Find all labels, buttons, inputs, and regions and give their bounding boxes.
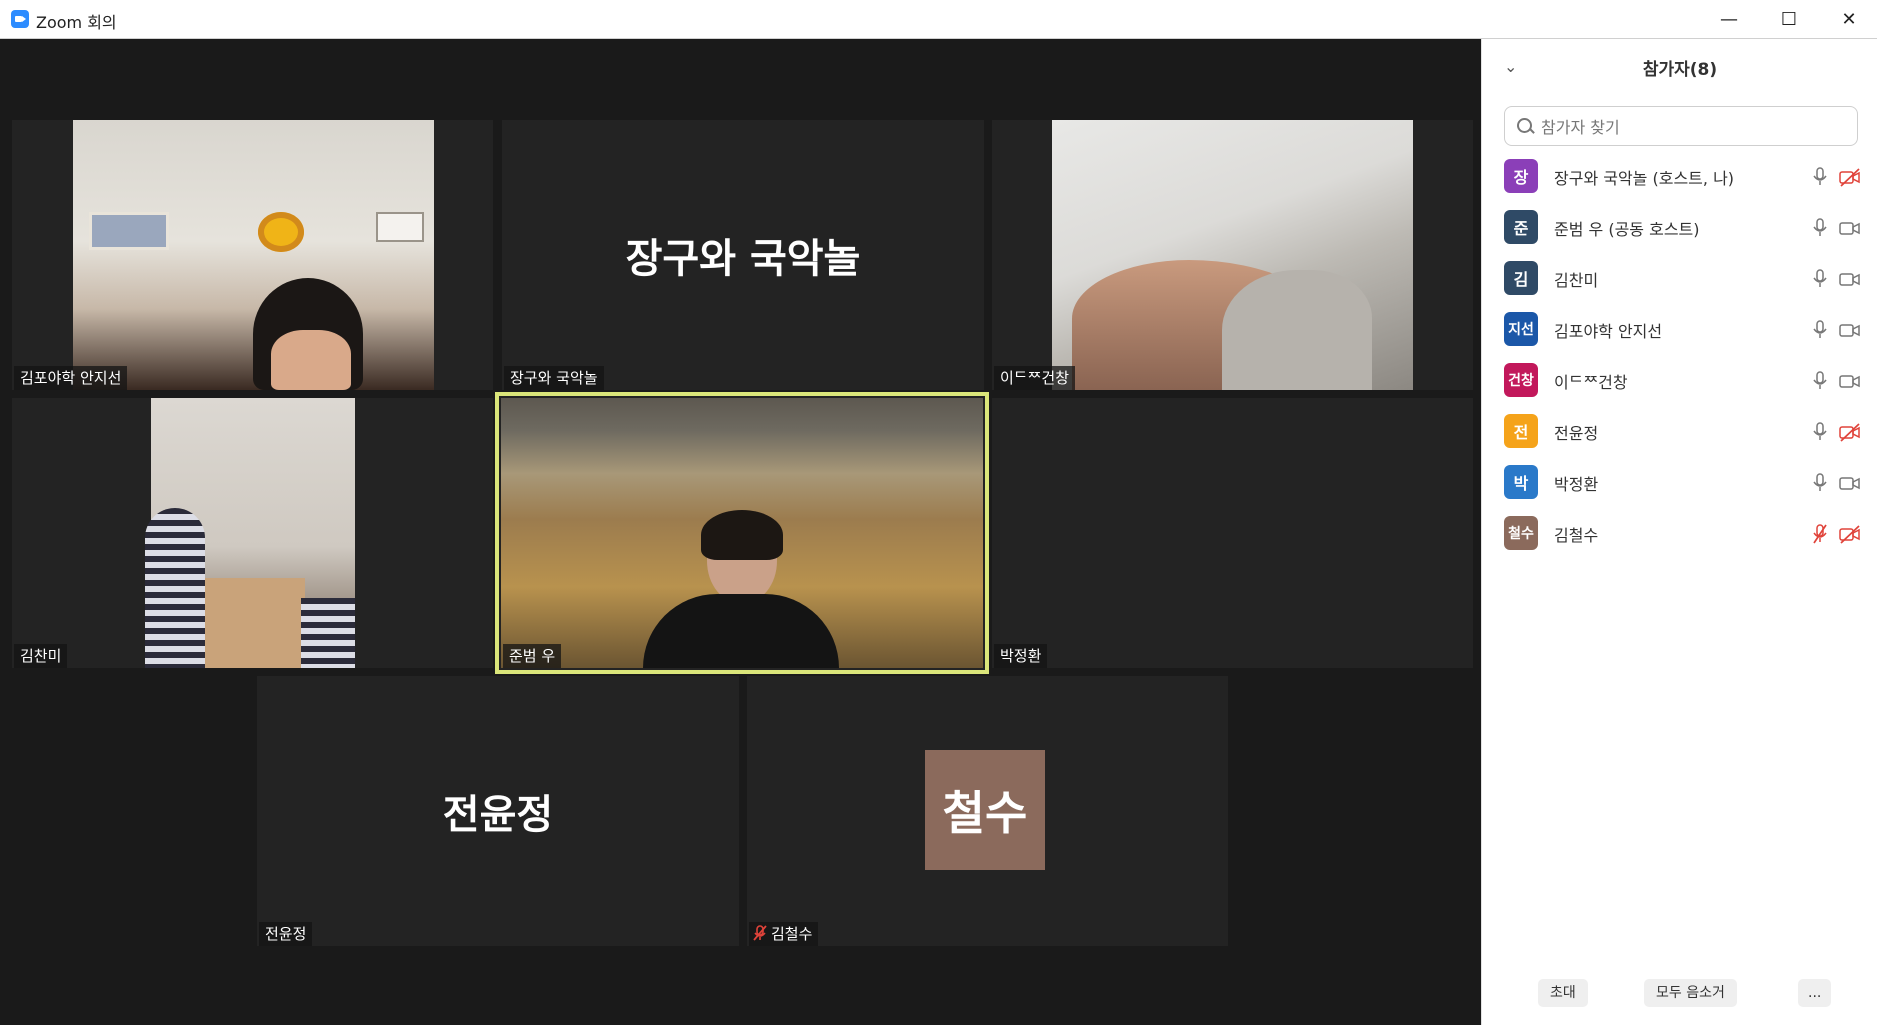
participant-name-label: 김찬미 — [14, 644, 68, 668]
participant-name-label: 전윤정 — [259, 922, 313, 946]
participant-avatar: 준 — [1504, 210, 1538, 244]
participant-name-label: 이ᄃᄍ건창 — [994, 366, 1076, 390]
video-tile[interactable]: 김포야학 안지선 — [12, 120, 493, 390]
participant-avatar: 건창 — [1504, 363, 1538, 397]
video-icon[interactable] — [1838, 217, 1862, 239]
title-bar: Zoom 회의 — ☐ ✕ — [0, 0, 1877, 39]
boxes — [195, 578, 305, 668]
wall-frame — [376, 212, 424, 242]
window-title: Zoom 회의 — [36, 13, 117, 32]
participant-name: 김철수 — [771, 925, 813, 943]
participant-avatar: 김 — [1504, 261, 1538, 295]
wall-photo — [89, 212, 169, 250]
mic-icon[interactable] — [1812, 472, 1828, 494]
participant-avatar: 철수 — [1504, 516, 1538, 550]
mic-icon[interactable] — [1812, 319, 1828, 341]
participant-row[interactable]: 김 김찬미 — [1482, 253, 1877, 304]
participant-name: 이ᄃᄍ건창 — [1554, 373, 1628, 392]
search-box[interactable] — [1504, 106, 1858, 147]
participant-row[interactable]: 지선 김포야학 안지선 — [1482, 304, 1877, 355]
mic-icon[interactable] — [1812, 268, 1828, 290]
panel-title: 참가자(8) — [1642, 60, 1718, 80]
mic-icon[interactable] — [1812, 370, 1828, 392]
participant-name-label: 박정환 — [994, 644, 1048, 668]
video-tile[interactable]: 박정환 — [992, 398, 1473, 668]
invite-button[interactable]: 초대 — [1538, 979, 1588, 1007]
mic-muted-icon — [753, 925, 767, 941]
zoom-logo-icon — [11, 10, 29, 28]
participant-right — [301, 598, 355, 668]
participant-display-name: 전윤정 — [442, 792, 554, 838]
participant-name: 장구와 국악놀 (호스트, 나) — [1554, 169, 1735, 188]
video-off-icon[interactable] — [1838, 523, 1862, 545]
video-icon[interactable] — [1838, 370, 1862, 392]
participant-face — [271, 330, 351, 390]
video-off-icon[interactable] — [1838, 421, 1862, 443]
close-button[interactable]: ✕ — [1820, 0, 1877, 38]
participant-name: 김포야학 안지선 — [1554, 322, 1663, 341]
search-icon — [1517, 118, 1532, 133]
mic-icon[interactable] — [1812, 217, 1828, 239]
participant-row[interactable]: 장 장구와 국악놀 (호스트, 나) — [1482, 151, 1877, 202]
video-tile-active-speaker[interactable]: 준범 우 — [495, 392, 989, 674]
mic-muted-icon[interactable] — [1812, 523, 1828, 545]
participants-panel: ⌄ 참가자(8) 장장구와 국악놀 (호스트, 나)준준범 우 (공동 호스트)… — [1481, 39, 1877, 1025]
participant-hair — [1222, 270, 1372, 390]
participant-name: 준범 우 (공동 호스트) — [1554, 220, 1700, 239]
participant-name-label: 김포야학 안지선 — [14, 366, 128, 390]
participant-avatar: 박 — [1504, 465, 1538, 499]
maximize-button[interactable]: ☐ — [1760, 0, 1818, 38]
panel-footer: 초대 모두 음소거 ... — [1482, 979, 1877, 1009]
participant-video — [1052, 120, 1413, 390]
participant-video — [501, 398, 983, 668]
video-tile[interactable]: 장구와 국악놀 장구와 국악놀 — [502, 120, 984, 390]
more-button[interactable]: ... — [1798, 979, 1832, 1007]
video-off-icon[interactable] — [1838, 166, 1862, 188]
participant-name: 전윤정 — [1554, 424, 1599, 443]
participant-video — [73, 120, 434, 390]
participant-row[interactable]: 건창 이ᄃᄍ건창 — [1482, 355, 1877, 406]
participant-row[interactable]: 박 박정환 — [1482, 457, 1877, 508]
participant-left — [145, 508, 205, 668]
video-tile[interactable]: 철수 김철수 — [747, 676, 1228, 946]
participant-row[interactable]: 준 준범 우 (공동 호스트) — [1482, 202, 1877, 253]
video-icon[interactable] — [1838, 268, 1862, 290]
mute-all-button[interactable]: 모두 음소거 — [1644, 979, 1737, 1007]
participant-avatar: 지선 — [1504, 312, 1538, 346]
participant-name-label: 장구와 국악놀 — [504, 366, 604, 390]
participant-avatar: 장 — [1504, 159, 1538, 193]
participant-name: 박정환 — [1554, 475, 1599, 494]
minimize-button[interactable]: — — [1700, 0, 1758, 38]
video-gallery: 김포야학 안지선 장구와 국악놀 장구와 국악놀 이ᄃᄍ건창 김찬미 준범 우 … — [0, 39, 1481, 1025]
video-icon[interactable] — [1838, 472, 1862, 494]
participant-name: 김찬미 — [1554, 271, 1599, 290]
video-tile[interactable]: 김찬미 — [12, 398, 493, 668]
participant-row[interactable]: 철수 김철수 — [1482, 508, 1877, 559]
search-input[interactable] — [1539, 107, 1843, 147]
video-tile[interactable]: 이ᄃᄍ건창 — [992, 120, 1473, 390]
participant-name-label: 준범 우 — [503, 644, 562, 668]
participant-row[interactable]: 전 전윤정 — [1482, 406, 1877, 457]
video-tile[interactable]: 전윤정 전윤정 — [257, 676, 739, 946]
participant-body — [643, 594, 839, 668]
participant-display-name: 장구와 국악놀 — [625, 236, 861, 282]
participant-video — [145, 398, 355, 668]
participant-name-label: 김철수 — [749, 922, 819, 946]
participant-list: 장 장구와 국악놀 (호스트, 나) 준 준범 우 (공동 호스트) 김 김찬미지선 김포야… — [1482, 151, 1877, 559]
participant-hair — [701, 510, 783, 560]
participant-name: 김철수 — [1554, 526, 1599, 545]
sunflower-decoration — [258, 212, 304, 252]
mic-icon[interactable] — [1812, 421, 1828, 443]
mic-icon[interactable] — [1812, 166, 1828, 188]
participant-avatar: 철수 — [925, 750, 1045, 870]
video-icon[interactable] — [1838, 319, 1862, 341]
participant-avatar: 전 — [1504, 414, 1538, 448]
